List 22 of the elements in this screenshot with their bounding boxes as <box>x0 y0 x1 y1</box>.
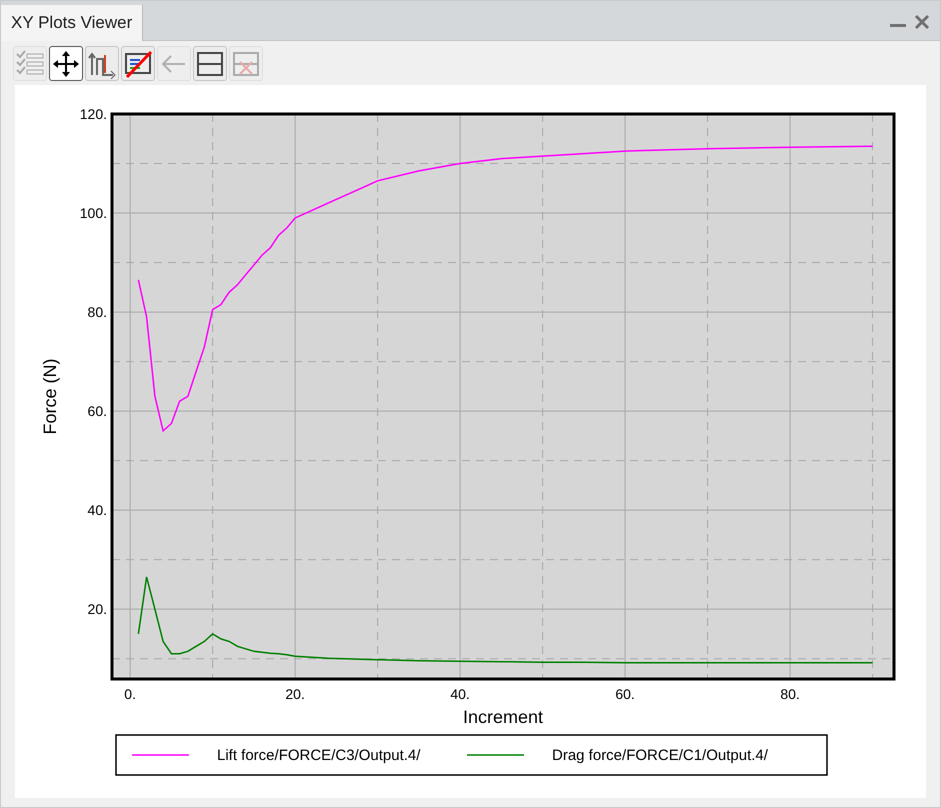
legend-off-icon <box>123 48 153 78</box>
x-tick-label: 40. <box>450 686 470 702</box>
y-tick-label: 20. <box>88 601 107 618</box>
legend-label: Lift force/FORCE/C3/Output.4/ <box>217 747 420 764</box>
x-tick-label: 80. <box>780 686 800 702</box>
legend-label: Drag force/FORCE/C1/Output.4/ <box>552 747 768 764</box>
x-axis-title: Increment <box>462 707 544 727</box>
move-icon <box>51 48 81 78</box>
x-tick-label: 20. <box>285 686 305 702</box>
y-tick-label: 100. <box>80 205 107 222</box>
toolbar-button[interactable] <box>121 46 155 81</box>
y-tick-label: 60. <box>88 403 107 420</box>
y-tick-label: 120. <box>80 106 107 122</box>
y-tick-label: 80. <box>88 304 107 320</box>
y-axis-title: Force (N) <box>40 358 60 434</box>
x-tick-label: 0. <box>124 686 136 702</box>
x-tick-label: 60. <box>615 686 635 702</box>
toolbar-button[interactable] <box>193 46 227 81</box>
viewer-tab[interactable]: XY Plots Viewer <box>1 5 144 41</box>
toolbar-button[interactable] <box>49 46 83 81</box>
y-tick-label: 40. <box>88 502 107 518</box>
close-icon[interactable] <box>914 14 930 30</box>
